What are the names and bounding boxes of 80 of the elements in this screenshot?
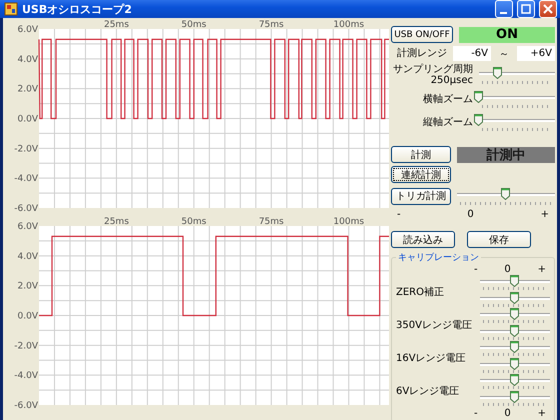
x-tick-label: 100ms <box>333 20 364 30</box>
slider-thumb[interactable] <box>474 114 483 126</box>
group-title: キャリブレーション <box>396 251 481 264</box>
range-max-field[interactable]: +6V <box>517 46 555 61</box>
range-min-field[interactable]: -6V <box>453 46 491 61</box>
scale-mid-label: 0 <box>504 264 511 275</box>
slider-thumb[interactable] <box>510 275 519 287</box>
y-tick-label: -2.0V <box>14 144 38 154</box>
y-tick-label: 4.0V <box>18 54 38 65</box>
slider-thumb[interactable] <box>510 341 519 353</box>
scale-max-label: + <box>538 408 546 419</box>
y-tick-label: 6.0V <box>18 222 38 232</box>
y-tick-label: -4.0V <box>14 174 38 184</box>
slider-thumb[interactable] <box>510 292 519 304</box>
slider-thumb[interactable] <box>510 308 519 320</box>
tick-marks <box>483 403 547 406</box>
calibration-label: 6Vレンジ電圧 <box>396 385 460 398</box>
measure-status-indicator: 計測中 <box>457 146 555 162</box>
slider-thumb[interactable] <box>510 358 519 370</box>
window-title: USBオシロスコープ2 <box>22 2 133 16</box>
usb-status-indicator: ON <box>459 26 555 42</box>
usb-toggle-button[interactable]: USB ON/OFF <box>391 26 453 43</box>
y-tick-label: 0.0V <box>18 312 38 322</box>
tick-marks <box>483 304 547 307</box>
slider-label: サンプリング周期 <box>393 64 473 75</box>
range-separator: ～ <box>498 48 510 60</box>
tick-marks <box>483 353 547 356</box>
x-tick-label: 75ms <box>258 217 284 227</box>
y-tick-label: -2.0V <box>14 341 38 352</box>
tick-marks <box>483 386 547 389</box>
y-tick-label: 4.0V <box>18 252 38 262</box>
slider-thumb[interactable] <box>510 374 519 386</box>
scale-min-label: - <box>474 408 478 419</box>
minimize-icon <box>500 12 506 14</box>
scale-mid-label: 0 <box>467 209 474 220</box>
calibration-label: 350Vレンジ電圧 <box>396 319 472 332</box>
slider-thumb[interactable] <box>501 188 510 200</box>
minimize-button[interactable] <box>495 0 513 18</box>
y-tick-label: 2.0V <box>18 282 38 292</box>
slider-value-label: 250μsec <box>430 75 473 86</box>
y-tick-label: 6.0V <box>18 25 38 35</box>
range-label: 計測レンジ <box>396 48 447 59</box>
x-tick-label: 100ms <box>333 217 364 227</box>
continuous-measure-button[interactable]: 連続計測 <box>391 166 451 183</box>
tick-marks <box>483 337 547 340</box>
x-tick-label: 50ms <box>181 217 206 227</box>
trigger-measure-button[interactable]: トリガ計測 <box>391 188 451 204</box>
scale-min-label: - <box>474 264 478 275</box>
app-icon <box>4 2 18 16</box>
y-tick-label: -6.0V <box>14 204 38 212</box>
slider-label: 横軸ズーム <box>422 94 473 104</box>
y-tick-label: 0.0V <box>18 114 38 124</box>
tick-marks <box>483 320 547 323</box>
scale-max-label: + <box>540 209 549 220</box>
x-tick-label: 75ms <box>258 20 284 30</box>
calibration-label: 16Vレンジ電圧 <box>396 352 466 365</box>
y-tick-label: 2.0V <box>18 84 38 95</box>
scale-mid-label: 0 <box>504 408 511 419</box>
y-tick-label: -4.0V <box>14 371 38 382</box>
maximize-icon <box>521 4 531 14</box>
close-button[interactable] <box>539 0 557 18</box>
x-tick-label: 25ms <box>104 217 129 227</box>
tick-marks <box>483 287 547 290</box>
scale-max-label: + <box>538 264 546 275</box>
calibration-label: ZERO補正 <box>396 286 444 299</box>
load-button[interactable]: 読み込み <box>391 231 455 248</box>
x-tick-label: 25ms <box>104 20 129 30</box>
scale-min-label: - <box>397 209 401 220</box>
slider-thumb[interactable] <box>474 91 483 103</box>
maximize-button[interactable] <box>517 0 535 18</box>
close-icon <box>543 4 553 14</box>
y-tick-label: -6.0V <box>14 401 38 409</box>
x-tick-label: 50ms <box>181 20 206 30</box>
slider-thumb[interactable] <box>510 391 519 403</box>
slider-thumb[interactable] <box>493 67 502 79</box>
measure-button[interactable]: 計測 <box>391 146 451 163</box>
save-button[interactable]: 保存 <box>467 231 531 248</box>
slider-thumb[interactable] <box>510 325 519 337</box>
tick-marks <box>483 370 547 373</box>
slider-label: 縦軸ズーム <box>422 116 473 128</box>
